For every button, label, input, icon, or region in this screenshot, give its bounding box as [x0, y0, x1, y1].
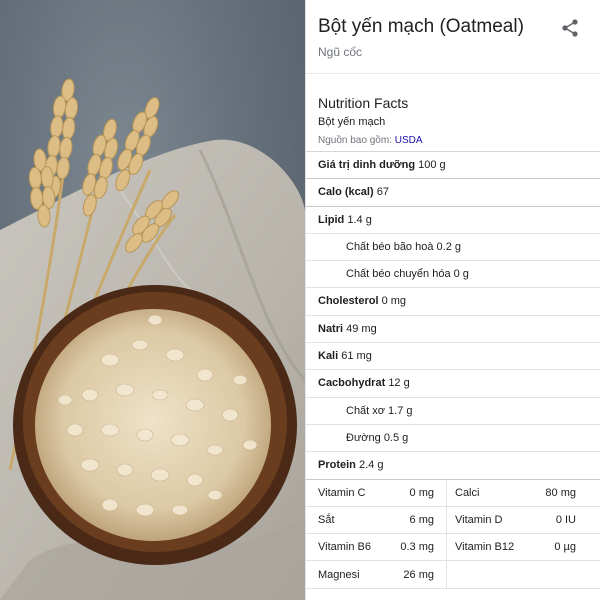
nutrition-facts-title: Nutrition Facts [318, 95, 409, 111]
potassium-row: Kali 61 mg [306, 343, 600, 371]
sodium-row: Natri 49 mg [306, 316, 600, 344]
vitamin-cell: Calci 80 mg [446, 479, 588, 506]
vitamin-row: Magnesi 26 mg [306, 561, 600, 589]
lipid-row: Lipid 1.4 g [306, 207, 600, 234]
source-link[interactable]: USDA [395, 135, 423, 146]
cholesterol-value: 0 mg [381, 295, 407, 308]
nutrition-panel: Bột yến mạch (Oatmeal) Ngũ cốc Nutrition… [305, 0, 600, 600]
sodium-label: Natri [318, 322, 344, 335]
vitamin-value: 0.3 mg [400, 541, 434, 554]
calories-value: 67 [376, 186, 389, 199]
lipid-label: Lipid [318, 213, 345, 226]
vitamin-label: Vitamin D [455, 514, 503, 526]
saturated-fat-row: Chất béo bão hoà 0.2 g [306, 234, 600, 262]
vitamin-value: 0 IU [555, 514, 576, 526]
vitamin-label: Vitamin C [318, 486, 366, 499]
vitamin-row: Vitamin B6 0.3 mg Vitamin B12 0 µg [306, 534, 600, 562]
nutrition-source: Nguồn bao gồm: USDA [318, 135, 423, 146]
vitamin-value: 0 µg [554, 541, 576, 554]
vitamin-cell: Vitamin C 0 mg [306, 480, 446, 506]
oatmeal-photo [0, 0, 305, 600]
source-prefix: Nguồn bao gồm: [318, 135, 392, 146]
vitamin-label: Vitamin B12 [455, 541, 515, 554]
protein-row: Protein 2.4 g [306, 452, 600, 480]
food-category: Ngũ cốc [318, 45, 363, 59]
potassium-value: 61 mg [341, 350, 372, 363]
carbohydrate-row: Cacbohydrat 12 g [306, 370, 600, 398]
vitamin-value: 26 mg [403, 568, 434, 581]
sugar-row: Đường 0.5 g [306, 425, 600, 453]
calories-row: Calo (kcal) 67 [306, 179, 600, 207]
calories-label: Calo (kcal) [318, 186, 374, 199]
cholesterol-label: Cholesterol [318, 295, 379, 308]
vitamin-label: Sắt [318, 514, 335, 526]
trans-fat-row: Chất béo chuyển hóa 0 g [306, 261, 600, 289]
share-icon[interactable] [560, 18, 580, 38]
vitamin-value: 6 mg [409, 514, 434, 526]
nutrition-facts-header: Nutrition Facts Bột yến mạch Nguồn bao g… [306, 74, 600, 152]
carbohydrate-value: 12 g [388, 377, 410, 390]
vitamin-row: Vitamin C 0 mg Calci 80 mg [306, 479, 600, 507]
vitamin-row: Sắt 6 mg Vitamin D 0 IU [306, 506, 600, 535]
serving-row: Giá trị dinh dưỡng 100 g [306, 152, 600, 180]
vitamin-label: Calci [455, 486, 480, 499]
vitamin-cell-empty [446, 561, 588, 588]
vitamin-value: 0 mg [409, 486, 434, 499]
protein-label: Protein [318, 459, 356, 472]
sodium-value: 49 mg [346, 322, 377, 335]
potassium-label: Kali [318, 350, 339, 363]
oatmeal-illustration [0, 78, 305, 600]
lipid-value: 1.4 g [347, 213, 372, 226]
food-title: Bột yến mạch (Oatmeal) [318, 16, 524, 37]
vitamin-cell: Vitamin D 0 IU [446, 506, 588, 534]
vitamin-cell: Vitamin B6 0.3 mg [306, 534, 446, 560]
vitamin-label: Magnesi [318, 568, 360, 581]
serving-label: Giá trị dinh dưỡng [318, 159, 416, 171]
nutrition-food-name: Bột yến mạch [318, 116, 386, 128]
vitamin-cell: Vitamin B12 0 µg [446, 534, 588, 561]
protein-value: 2.4 g [358, 459, 384, 472]
vitamin-cell: Magnesi 26 mg [306, 561, 446, 587]
vitamin-cell: Sắt 6 mg [306, 507, 446, 533]
carbohydrate-label: Cacbohydrat [318, 377, 386, 390]
vitamin-label: Vitamin B6 [318, 541, 371, 554]
cholesterol-row: Cholesterol 0 mg [306, 288, 600, 316]
fiber-row: Chất xơ 1.7 g [306, 398, 600, 425]
serving-value: 100 g [418, 159, 446, 171]
food-header: Bột yến mạch (Oatmeal) Ngũ cốc [306, 0, 600, 74]
vitamin-value: 80 mg [545, 486, 576, 499]
